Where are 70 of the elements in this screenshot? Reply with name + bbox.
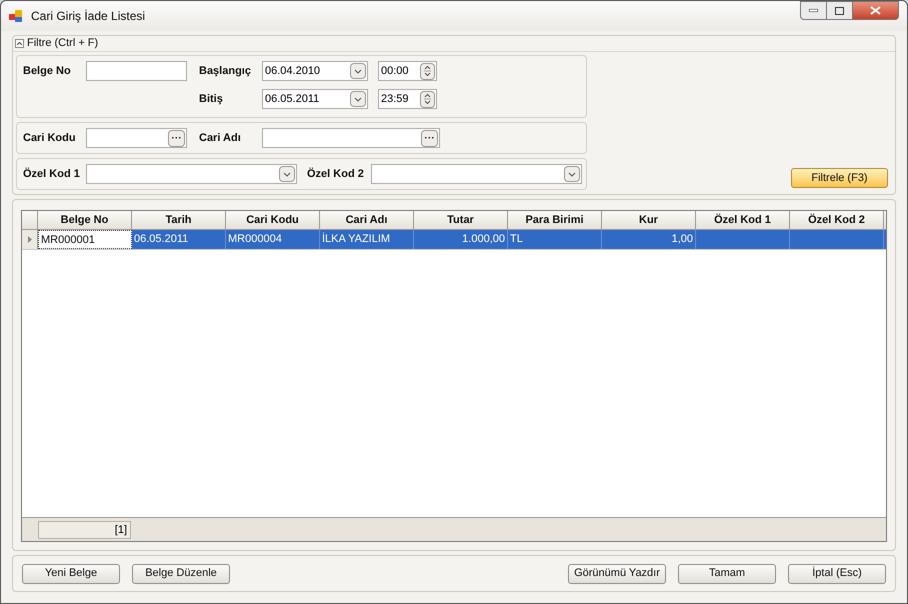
browse-button[interactable] bbox=[168, 130, 185, 146]
table-cell: TL bbox=[508, 230, 602, 249]
time-value: 00:00 bbox=[381, 64, 409, 79]
field-label: Cari Kodu bbox=[23, 130, 76, 146]
collapse-toggle[interactable] bbox=[15, 39, 24, 48]
filter-header: Filtre (Ctrl + F) bbox=[27, 36, 98, 52]
action-button[interactable]: Belge Düzenle bbox=[132, 564, 230, 584]
ozel-kod-1-field[interactable] bbox=[86, 164, 297, 184]
close-button[interactable] bbox=[853, 1, 899, 20]
cari-adi-field[interactable] bbox=[262, 128, 440, 148]
triangle-icon bbox=[28, 236, 32, 243]
filter-button[interactable]: Filtrele (F3) bbox=[791, 168, 888, 188]
action-button[interactable]: Görünümü Yazdır bbox=[568, 564, 666, 584]
chevron-up-icon bbox=[17, 42, 22, 45]
chevron-down-icon bbox=[354, 68, 362, 74]
column-header[interactable]: Belge No bbox=[38, 211, 132, 229]
field-label: Özel Kod 1 bbox=[23, 166, 80, 182]
maximize-button[interactable] bbox=[827, 1, 853, 20]
browse-button[interactable] bbox=[421, 130, 438, 146]
action-button[interactable]: İptal (Esc) bbox=[788, 564, 886, 584]
column-header[interactable]: Özel Kod 2 bbox=[790, 211, 884, 229]
field-label: Bitiş bbox=[199, 92, 223, 107]
date-value: 06.05.2011 bbox=[265, 92, 320, 107]
table-cell: MR000001 bbox=[38, 230, 132, 249]
chevron-down-icon bbox=[354, 96, 362, 102]
date-field[interactable]: 06.04.2010 bbox=[262, 61, 368, 81]
column-header[interactable]: Tarih bbox=[132, 211, 226, 229]
column-header[interactable]: Tutar bbox=[414, 211, 508, 229]
field-label: Cari Adı bbox=[199, 130, 241, 146]
table-cell: 1,00 bbox=[602, 230, 696, 249]
spin-button[interactable] bbox=[420, 90, 435, 108]
dropdown-button[interactable] bbox=[350, 63, 366, 79]
column-header[interactable]: Cari Kodu bbox=[226, 211, 320, 229]
date-field[interactable]: 06.05.2011 bbox=[262, 89, 368, 109]
minimize-icon bbox=[809, 9, 818, 12]
close-icon bbox=[870, 6, 881, 15]
maximize-icon bbox=[835, 6, 844, 14]
field-label: Belge No bbox=[23, 64, 71, 79]
table-row[interactable]: MR000001 06.05.2011 MR000004 İLKA YAZILIM 1.000,00 TL 1,00 bbox=[22, 230, 886, 250]
table-cell: 06.05.2011 bbox=[132, 230, 226, 249]
minimize-button[interactable] bbox=[800, 1, 827, 20]
dropdown-button[interactable] bbox=[564, 166, 580, 182]
time-field[interactable]: 23:59 bbox=[378, 89, 437, 109]
dropdown-button[interactable] bbox=[350, 91, 366, 107]
dropdown-button[interactable] bbox=[279, 166, 295, 182]
date-value: 06.04.2010 bbox=[265, 64, 320, 79]
time-field[interactable]: 00:00 bbox=[378, 61, 437, 81]
table-cell: MR000004 bbox=[226, 230, 320, 249]
cari-kodu-field[interactable] bbox=[86, 128, 187, 148]
chevron-down-icon bbox=[283, 172, 291, 176]
spin-arrows-icon bbox=[424, 93, 431, 105]
column-header[interactable]: Özel Kod 1 bbox=[696, 211, 790, 229]
field-label: Başlangıç bbox=[199, 64, 251, 79]
spin-button[interactable] bbox=[420, 62, 435, 80]
column-header[interactable]: Para Birimi bbox=[508, 211, 602, 229]
table-cell: 1.000,00 bbox=[414, 230, 508, 249]
column-header[interactable]: Kur bbox=[602, 211, 696, 229]
window-title: Cari Giriş İade Listesi bbox=[31, 8, 146, 25]
table-cell: İLKA YAZILIM bbox=[320, 230, 414, 249]
ozel-kod-2-field[interactable] bbox=[371, 164, 582, 184]
field-label: Özel Kod 2 bbox=[307, 166, 364, 182]
action-button[interactable]: Tamam bbox=[678, 564, 776, 584]
spin-arrows-icon bbox=[424, 65, 431, 77]
time-value: 23:59 bbox=[381, 92, 409, 107]
row-count: [1] bbox=[38, 520, 131, 538]
action-button[interactable]: Yeni Belge bbox=[22, 564, 120, 584]
chevron-down-icon bbox=[568, 172, 576, 176]
column-header[interactable]: Cari Adı bbox=[320, 211, 414, 229]
belge-no-field[interactable] bbox=[86, 61, 187, 81]
app-icon bbox=[9, 9, 23, 23]
